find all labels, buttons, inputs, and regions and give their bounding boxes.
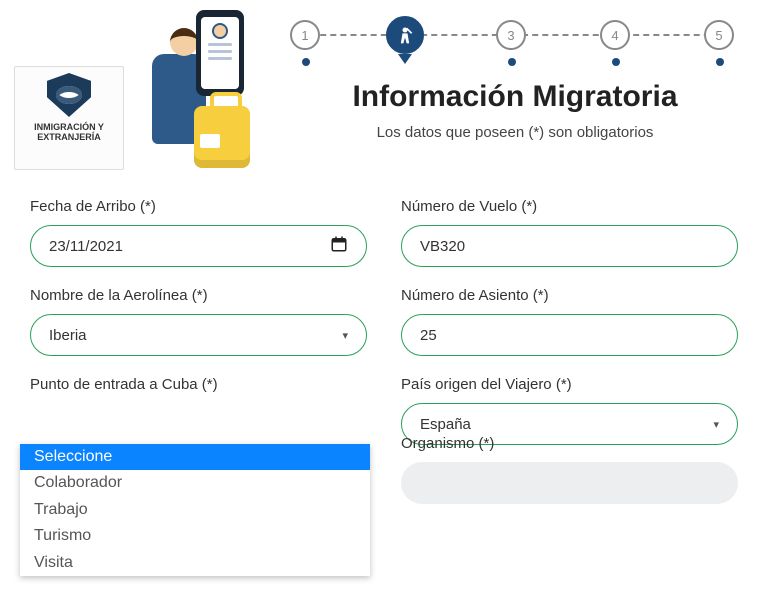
seat-number-input[interactable]: 25 bbox=[401, 314, 738, 356]
badge-line1: INMIGRACIÓN Y bbox=[34, 122, 104, 132]
airline-select[interactable]: Iberia ▾ bbox=[30, 314, 367, 356]
calendar-icon[interactable] bbox=[330, 235, 348, 257]
dropdown-option-visita[interactable]: Visita bbox=[20, 550, 370, 576]
arrival-date-value: 23/11/2021 bbox=[49, 238, 123, 255]
seat-number-label: Número de Asiento (*) bbox=[401, 287, 738, 304]
phone-icon bbox=[196, 10, 244, 96]
entry-point-dropdown-open[interactable]: Seleccione Colaborador Trabajo Turismo V… bbox=[20, 444, 370, 576]
flight-number-label: Número de Vuelo (*) bbox=[401, 198, 738, 215]
airline-label: Nombre de la Aerolínea (*) bbox=[30, 287, 367, 304]
dropdown-option-seleccione[interactable]: Seleccione bbox=[20, 444, 370, 470]
entry-point-label: Punto de entrada a Cuba (*) bbox=[30, 376, 367, 393]
organism-input-disabled bbox=[401, 462, 738, 504]
dropdown-option-turismo[interactable]: Turismo bbox=[20, 523, 370, 549]
step-1[interactable]: 1 bbox=[290, 20, 320, 50]
flight-number-value: VB320 bbox=[420, 238, 465, 255]
title-block: Información Migratoria Los datos que pos… bbox=[290, 80, 740, 141]
header-area: INMIGRACIÓN Y EXTRANJERÍA 1 bbox=[0, 0, 768, 180]
dropdown-option-trabajo[interactable]: Trabajo bbox=[20, 497, 370, 523]
origin-country-label: País origen del Viajero (*) bbox=[401, 376, 738, 393]
step-3[interactable]: 3 bbox=[496, 20, 526, 50]
step-2-active[interactable] bbox=[386, 16, 424, 54]
flight-number-input[interactable]: VB320 bbox=[401, 225, 738, 267]
airline-value: Iberia bbox=[49, 327, 87, 344]
illustration: INMIGRACIÓN Y EXTRANJERÍA bbox=[14, 0, 254, 170]
step-indicator: 1 3 4 5 bbox=[290, 16, 740, 66]
agency-badge-text: INMIGRACIÓN Y EXTRANJERÍA bbox=[34, 123, 104, 143]
suitcase-icon bbox=[194, 106, 250, 168]
origin-country-value: España bbox=[420, 416, 471, 433]
arrival-date-label: Fecha de Arribo (*) bbox=[30, 198, 367, 215]
chevron-down-icon: ▾ bbox=[342, 329, 348, 342]
badge-line2: EXTRANJERÍA bbox=[37, 132, 101, 142]
step-4[interactable]: 4 bbox=[600, 20, 630, 50]
dropdown-option-colaborador[interactable]: Colaborador bbox=[20, 470, 370, 496]
arrival-date-input[interactable]: 23/11/2021 bbox=[30, 225, 367, 267]
traveler-icon bbox=[395, 25, 415, 45]
step-5[interactable]: 5 bbox=[704, 20, 734, 50]
page-subtitle: Los datos que poseen (*) son obligatorio… bbox=[290, 124, 740, 141]
shield-icon bbox=[47, 73, 91, 117]
agency-badge: INMIGRACIÓN Y EXTRANJERÍA bbox=[14, 66, 124, 170]
page-title: Información Migratoria bbox=[290, 80, 740, 114]
organism-label: Organismo (*) bbox=[401, 435, 738, 452]
seat-number-value: 25 bbox=[420, 327, 437, 344]
chevron-down-icon: ▾ bbox=[713, 418, 719, 431]
